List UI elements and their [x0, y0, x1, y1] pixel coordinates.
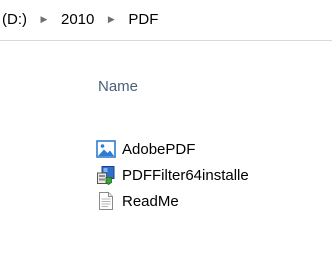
file-name: ReadMe — [122, 192, 179, 210]
column-header-name[interactable]: Name — [98, 78, 138, 95]
file-item-pdffilter64installer[interactable]: PDFFilter64installe — [96, 162, 332, 188]
breadcrumb-item-pdf[interactable]: PDF — [126, 11, 160, 28]
file-item-adobepdf[interactable]: AdobePDF — [96, 136, 332, 162]
file-name: PDFFilter64installe — [122, 166, 249, 184]
breadcrumb-item-drive[interactable]: (D:) — [0, 11, 29, 28]
breadcrumb-chevron-icon[interactable]: ▶ — [103, 14, 119, 25]
file-item-readme[interactable]: ReadMe — [96, 188, 332, 214]
text-document-icon — [96, 191, 116, 211]
file-list: Name AdobePDF PDFFilter64installe ReadMe — [0, 41, 332, 263]
address-bar[interactable]: (D:) ▶ 2010 ▶ PDF — [0, 0, 332, 41]
explorer-window: (D:) ▶ 2010 ▶ PDF Name AdobePDF PDFFilte… — [0, 0, 332, 263]
installer-icon — [96, 165, 116, 185]
breadcrumb-item-2010[interactable]: 2010 — [59, 11, 96, 28]
breadcrumb-chevron-icon[interactable]: ▶ — [36, 14, 52, 25]
file-name: AdobePDF — [122, 140, 196, 158]
breadcrumb: (D:) ▶ 2010 ▶ PDF — [0, 11, 160, 28]
image-file-icon — [96, 139, 116, 159]
